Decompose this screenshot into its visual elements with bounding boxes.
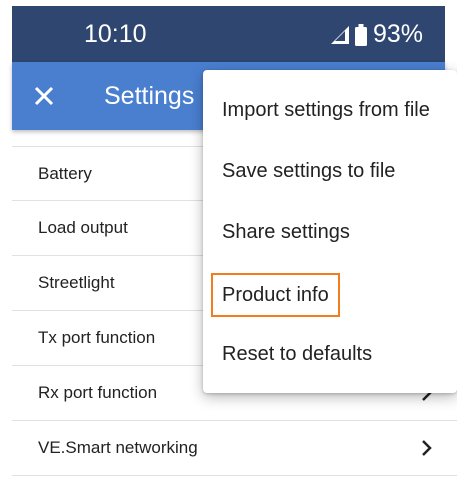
- menu-item-reset-to-defaults[interactable]: Reset to defaults: [213, 334, 381, 374]
- menu-item-import-settings[interactable]: Import settings from file: [213, 90, 439, 130]
- settings-item-label: Load output: [38, 218, 128, 237]
- chevron-right-icon: [422, 440, 432, 456]
- close-icon[interactable]: [30, 82, 58, 110]
- menu-item-product-info[interactable]: Product info: [211, 273, 340, 317]
- status-bar: 10:10 93%: [12, 6, 445, 62]
- settings-item-label: Battery: [38, 163, 92, 183]
- menu-item-share-settings[interactable]: Share settings: [213, 212, 359, 252]
- status-indicators: 93%: [330, 20, 423, 49]
- settings-item-label: Rx port function: [38, 383, 158, 402]
- overflow-menu: Import settings from file Save settings …: [203, 70, 457, 393]
- page-title: Settings: [104, 82, 195, 110]
- settings-item-ve-smart-networking[interactable]: VE.Smart networking: [12, 421, 457, 476]
- settings-item-label: Tx port function: [38, 328, 156, 347]
- battery-icon: [354, 23, 367, 46]
- settings-item-label: VE.Smart networking: [38, 438, 198, 457]
- settings-item-label: Streetlight: [38, 273, 115, 292]
- menu-item-save-settings[interactable]: Save settings to file: [213, 151, 404, 191]
- signal-icon: [330, 25, 349, 44]
- status-time: 10:10: [84, 20, 147, 48]
- battery-percentage: 93%: [372, 20, 423, 48]
